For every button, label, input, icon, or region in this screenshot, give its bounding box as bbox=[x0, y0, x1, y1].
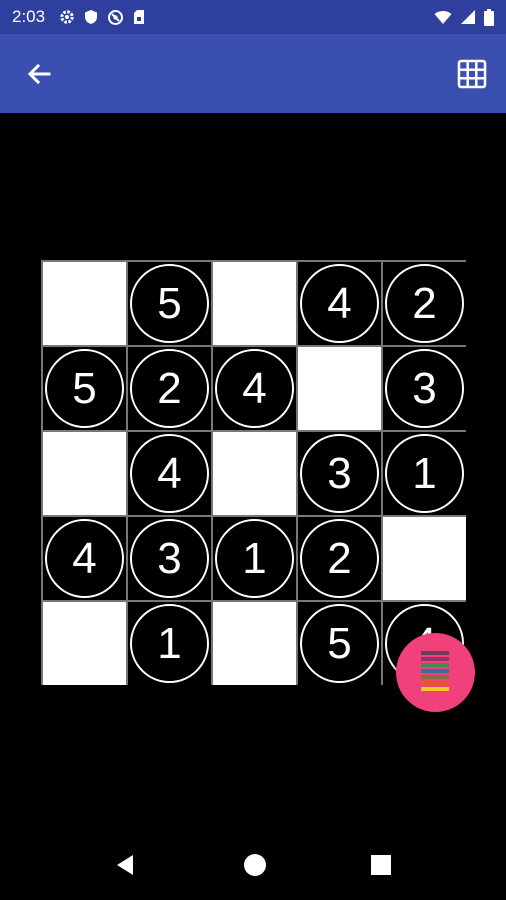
board-cell[interactable]: 3 bbox=[298, 432, 381, 515]
app-bar bbox=[0, 34, 506, 113]
signal-icon bbox=[460, 9, 476, 25]
number-circle: 5 bbox=[130, 264, 209, 343]
number-circle: 3 bbox=[130, 519, 209, 598]
nav-home-icon[interactable] bbox=[242, 852, 268, 878]
board-cell[interactable] bbox=[383, 517, 466, 600]
number-circle: 5 bbox=[300, 604, 379, 683]
number-circle: 4 bbox=[215, 349, 294, 428]
wifi-icon bbox=[434, 10, 452, 25]
number-circle: 3 bbox=[300, 434, 379, 513]
number-circle: 4 bbox=[45, 519, 124, 598]
number-circle: 1 bbox=[130, 604, 209, 683]
board-cell[interactable]: 4 bbox=[213, 347, 296, 430]
board-cell[interactable]: 1 bbox=[383, 432, 466, 515]
board-cell[interactable] bbox=[213, 262, 296, 345]
number-circle: 2 bbox=[385, 264, 464, 343]
puzzle-board: 54252434314312154 bbox=[41, 260, 466, 685]
board-cell[interactable]: 2 bbox=[298, 517, 381, 600]
number-circle: 3 bbox=[385, 349, 464, 428]
board-cell[interactable]: 5 bbox=[43, 347, 126, 430]
arrow-left-icon[interactable] bbox=[24, 59, 54, 89]
color-stack-icon bbox=[421, 651, 449, 691]
board-cell[interactable]: 1 bbox=[128, 602, 211, 685]
number-circle: 1 bbox=[215, 519, 294, 598]
status-right-icons bbox=[434, 8, 494, 26]
number-circle: 2 bbox=[300, 519, 379, 598]
gear-icon bbox=[59, 9, 75, 25]
board-cell[interactable] bbox=[298, 347, 381, 430]
number-circle: 4 bbox=[130, 434, 209, 513]
data-saver-icon bbox=[107, 9, 124, 26]
navigation-bar bbox=[0, 830, 506, 900]
board-cell[interactable]: 5 bbox=[298, 602, 381, 685]
shield-icon bbox=[84, 9, 98, 25]
board-cell[interactable]: 4 bbox=[298, 262, 381, 345]
number-circle: 1 bbox=[385, 434, 464, 513]
board-cell[interactable] bbox=[213, 602, 296, 685]
board-cell[interactable]: 4 bbox=[128, 432, 211, 515]
battery-icon bbox=[484, 8, 494, 26]
nav-back-icon[interactable] bbox=[112, 852, 138, 878]
board-cell[interactable] bbox=[43, 262, 126, 345]
board-cell[interactable]: 3 bbox=[128, 517, 211, 600]
board-cell[interactable] bbox=[43, 432, 126, 515]
board-cell[interactable]: 2 bbox=[128, 347, 211, 430]
color-menu-button[interactable] bbox=[396, 633, 475, 712]
nav-recents-icon[interactable] bbox=[369, 853, 393, 877]
board-cell[interactable] bbox=[43, 602, 126, 685]
status-left-icons bbox=[59, 9, 145, 26]
board-cell[interactable]: 2 bbox=[383, 262, 466, 345]
board-cell[interactable]: 1 bbox=[213, 517, 296, 600]
board-cell[interactable]: 5 bbox=[128, 262, 211, 345]
status-time: 2:03 bbox=[12, 7, 46, 26]
board-cell[interactable]: 4 bbox=[43, 517, 126, 600]
grid-icon[interactable] bbox=[456, 58, 488, 90]
sim-card-icon bbox=[133, 9, 145, 25]
number-circle: 4 bbox=[300, 264, 379, 343]
board-cell[interactable]: 3 bbox=[383, 347, 466, 430]
number-circle: 5 bbox=[45, 349, 124, 428]
status-bar: 2:03 bbox=[0, 0, 506, 34]
number-circle: 2 bbox=[130, 349, 209, 428]
board-cell[interactable] bbox=[213, 432, 296, 515]
